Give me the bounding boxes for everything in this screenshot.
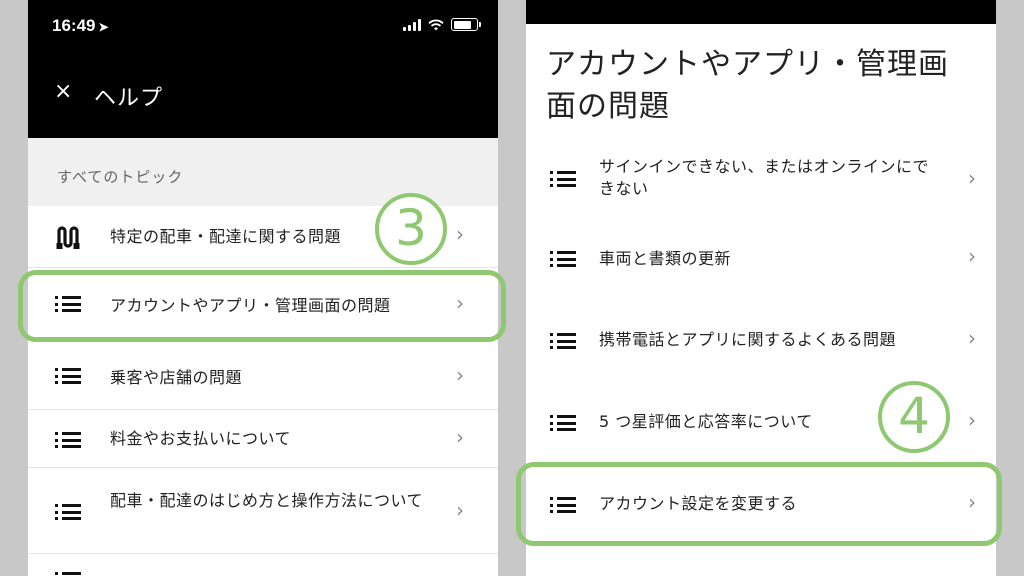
- topic-label: 料金やお支払いについて: [110, 429, 292, 448]
- header: 16:49 ➤ × ヘルプ: [28, 0, 498, 138]
- section-header: すべてのトピック: [28, 138, 498, 206]
- topic-item-rider-store[interactable]: 乗客や店舗の問題 ›: [28, 340, 498, 410]
- topic-label: アカウントやアプリ・管理画面の問題: [110, 296, 391, 315]
- section-label: すべてのトピック: [57, 168, 184, 186]
- list-icon: [550, 497, 576, 513]
- subtopic-item-vehicle-docs[interactable]: 車両と書類の更新 ›: [526, 218, 996, 300]
- wifi-icon: [428, 19, 444, 31]
- status-icons: [403, 18, 481, 31]
- topic-label: 配車・配達のはじめ方と操作方法について: [110, 491, 424, 510]
- topic-item-getting-started[interactable]: 配車・配達のはじめ方と操作方法について ›: [28, 468, 498, 554]
- list-icon: [550, 171, 576, 187]
- list-icon: [55, 296, 81, 312]
- list-icon: [550, 415, 576, 431]
- chevron-right-icon: ›: [968, 166, 976, 190]
- list-icon: [55, 572, 81, 576]
- chevron-right-icon: ›: [456, 222, 464, 246]
- subtopic-label: アカウント設定を変更する: [599, 494, 798, 513]
- list-icon: [550, 251, 576, 267]
- subtopic-label: サインインできない、またはオンラインにできない: [599, 157, 930, 198]
- chevron-right-icon: ›: [456, 363, 464, 387]
- chevron-right-icon: ›: [456, 425, 464, 449]
- chevron-right-icon: ›: [456, 498, 464, 522]
- battery-icon: [451, 18, 481, 31]
- topic-label: 特定の配車・配達に関する問題: [110, 227, 342, 246]
- chevron-right-icon: ›: [968, 408, 976, 432]
- chevron-right-icon: ›: [968, 326, 976, 350]
- chevron-right-icon: ›: [968, 244, 976, 268]
- subtopic-label: 5 つ星評価と応答率について: [599, 412, 813, 431]
- chevron-right-icon: ›: [968, 490, 976, 514]
- status-bar: [526, 0, 996, 24]
- topic-item-account-app[interactable]: アカウントやアプリ・管理画面の問題 ›: [28, 268, 498, 340]
- help-screen-left: 16:49➤ × ヘルプ すべてのトピック 特定の配車・配達に関する問題 ›: [28, 0, 498, 576]
- subtopic-item-phone-app[interactable]: 携帯電話とアプリに関するよくある問題 ›: [526, 300, 996, 382]
- list-icon: [550, 333, 576, 349]
- close-button[interactable]: ×: [54, 79, 72, 104]
- page-title: アカウントやアプリ・管理画面の問題: [546, 47, 949, 124]
- topic-item-partial[interactable]: [28, 554, 498, 576]
- list-icon: [55, 432, 81, 448]
- time-text: 16:49: [52, 16, 96, 35]
- route-icon: [56, 226, 80, 249]
- list-icon: [55, 504, 81, 520]
- location-arrow-icon: ➤: [98, 20, 109, 34]
- step-4-badge: 4: [878, 381, 950, 453]
- chevron-right-icon: ›: [456, 291, 464, 315]
- topic-item-fares-payments[interactable]: 料金やお支払いについて ›: [28, 410, 498, 468]
- subtopic-label: 車両と書類の更新: [599, 249, 732, 268]
- signal-icon: [403, 19, 421, 31]
- subtopic-label: 携帯電話とアプリに関するよくある問題: [599, 330, 897, 349]
- subtopic-item-account-settings[interactable]: アカウント設定を変更する ›: [526, 464, 996, 546]
- subtopic-item-sign-in[interactable]: サインインできない、またはオンラインにできない ›: [526, 140, 996, 218]
- status-time: 16:49 ➤: [52, 16, 109, 36]
- topic-label: 乗客や店舗の問題: [110, 368, 243, 387]
- help-screen-right: アカウントやアプリ・管理画面の問題 サインインできない、またはオンラインにできな…: [526, 0, 996, 576]
- step-3-badge: 3: [375, 193, 447, 265]
- list-icon: [55, 368, 81, 384]
- page-title: ヘルプ: [94, 86, 164, 111]
